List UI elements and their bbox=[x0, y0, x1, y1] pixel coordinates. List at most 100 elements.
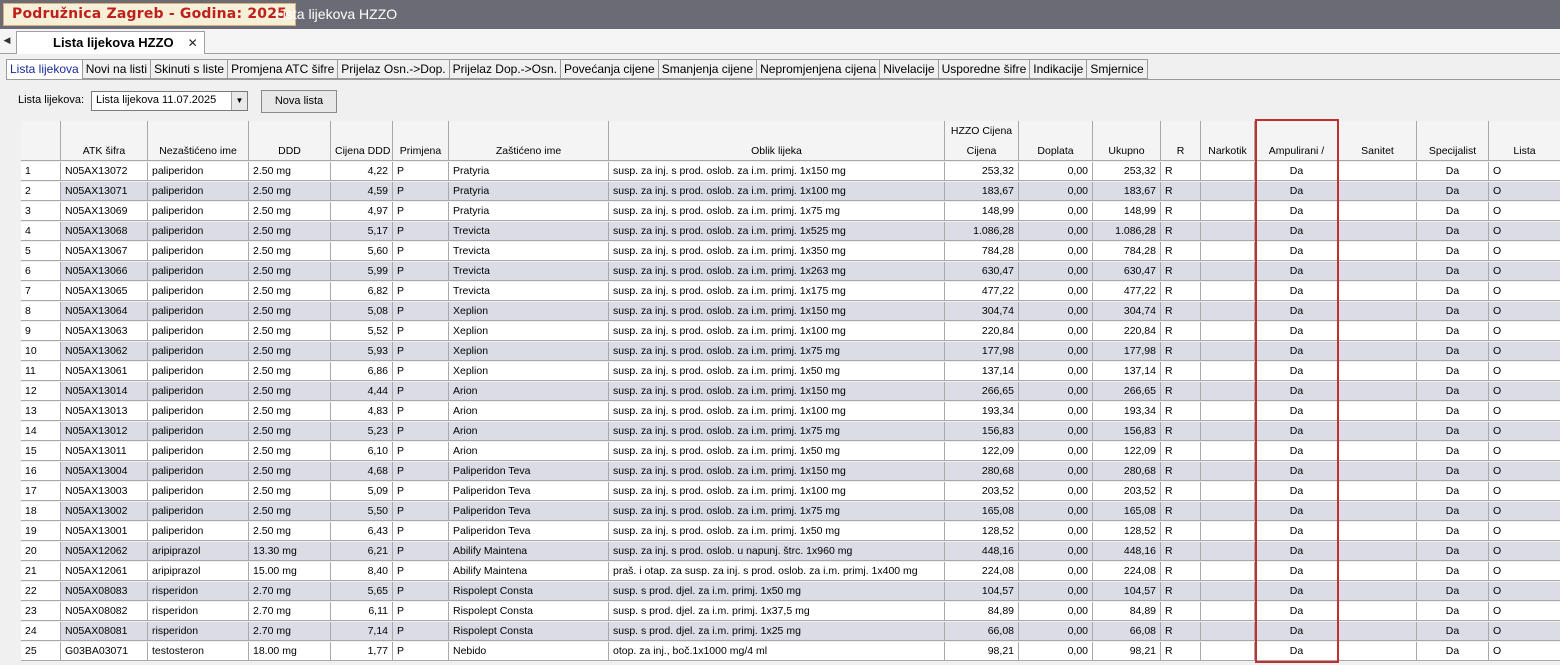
new-list-button[interactable]: Nova lista bbox=[261, 90, 337, 113]
header-copay[interactable]: Doplata bbox=[1019, 142, 1093, 161]
group-header-cell bbox=[609, 121, 945, 142]
document-tab[interactable]: Lista lijekova HZZO ✕ bbox=[16, 31, 205, 54]
header-ampulirani[interactable]: Ampulirani / bbox=[1255, 142, 1339, 161]
header-specialist[interactable]: Specijalist bbox=[1417, 142, 1489, 161]
cell-r-flag: R bbox=[1161, 462, 1201, 481]
cell-narcotic bbox=[1201, 282, 1255, 301]
table-row[interactable]: 6 N05AX13066 paliperidon 2.50 mg 5,99 P Trevic… bbox=[21, 262, 1560, 282]
scroll-left-icon[interactable]: ◀ bbox=[2, 34, 12, 46]
list-select[interactable]: Lista lijekova 11.07.2025 ▼ bbox=[91, 91, 248, 111]
cell-drug-form: otop. za inj., boč.1x1000 mg/4 ml bbox=[609, 642, 945, 661]
header-atk-code[interactable]: ATK šifra bbox=[61, 142, 148, 161]
chevron-down-icon[interactable]: ▼ bbox=[231, 92, 247, 110]
cell-generic-name: paliperidon bbox=[148, 482, 249, 501]
header-brand-name[interactable]: Zaštićeno ime bbox=[449, 142, 609, 161]
table-row[interactable]: 24 N05AX08081 risperidon 2.70 mg 7,14 P Rispol… bbox=[21, 622, 1560, 642]
table-row[interactable]: 21 N05AX12061 aripiprazol 15.00 mg 8,40 P Abil… bbox=[21, 562, 1560, 582]
table-row[interactable]: 13 N05AX13013 paliperidon 2.50 mg 4,83 P Arion… bbox=[21, 402, 1560, 422]
cell-generic-name: paliperidon bbox=[148, 402, 249, 421]
table-row[interactable]: 8 N05AX13064 paliperidon 2.50 mg 5,08 P Xeplio… bbox=[21, 302, 1560, 322]
cell-specialist: Da bbox=[1417, 482, 1489, 501]
table-row[interactable]: 25 G03BA03071 testosteron 18.00 mg 1,77 P Nebi… bbox=[21, 642, 1560, 662]
cell-brand-name: Pratyria bbox=[449, 202, 609, 221]
cell-narcotic bbox=[1201, 162, 1255, 181]
tab-novi-na-listi[interactable]: Novi na listi bbox=[82, 59, 152, 79]
table-row[interactable]: 19 N05AX13001 paliperidon 2.50 mg 6,43 P Palip… bbox=[21, 522, 1560, 542]
header-total[interactable]: Ukupno bbox=[1093, 142, 1161, 161]
header-row-number[interactable] bbox=[21, 142, 61, 161]
cell-total: 448,16 bbox=[1093, 542, 1161, 561]
cell-specialist: Da bbox=[1417, 322, 1489, 341]
cell-ddd-price: 5,50 bbox=[331, 502, 393, 521]
table-row[interactable]: 12 N05AX13014 paliperidon 2.50 mg 4,44 P Arion… bbox=[21, 382, 1560, 402]
cell-ddd-price: 6,43 bbox=[331, 522, 393, 541]
tab-smjernice[interactable]: Smjernice bbox=[1087, 59, 1148, 79]
table-row[interactable]: 15 N05AX13011 paliperidon 2.50 mg 6,10 P Arion… bbox=[21, 442, 1560, 462]
cell-ddd-price: 6,11 bbox=[331, 602, 393, 621]
table-row[interactable]: 23 N05AX08082 risperidon 2.70 mg 6,11 P Rispol… bbox=[21, 602, 1560, 622]
cell-list: O bbox=[1489, 602, 1560, 621]
cell-r-flag: R bbox=[1161, 442, 1201, 461]
table-row[interactable]: 20 N05AX12062 aripiprazol 13.30 mg 6,21 P Abil… bbox=[21, 542, 1560, 562]
table-row[interactable]: 14 N05AX13012 paliperidon 2.50 mg 5,23 P Arion… bbox=[21, 422, 1560, 442]
header-price[interactable]: Cijena bbox=[945, 142, 1019, 161]
cell-ddd: 2.50 mg bbox=[249, 242, 331, 261]
tab-nepromjenjena-cijena[interactable]: Nepromjenjena cijena bbox=[757, 59, 881, 79]
cell-specialist: Da bbox=[1417, 462, 1489, 481]
cell-generic-name: paliperidon bbox=[148, 282, 249, 301]
cell-ddd-price: 6,21 bbox=[331, 542, 393, 561]
cell-application: P bbox=[393, 562, 449, 581]
table-row[interactable]: 1 N05AX13072 paliperidon 2.50 mg 4,22 P Pratyr… bbox=[21, 162, 1560, 182]
header-list[interactable]: Lista bbox=[1489, 142, 1560, 161]
table-row[interactable]: 3 N05AX13069 paliperidon 2.50 mg 4,97 P Pratyr… bbox=[21, 202, 1560, 222]
cell-sanitet bbox=[1339, 562, 1417, 581]
header-sanitet[interactable]: Sanitet bbox=[1339, 142, 1417, 161]
cell-drug-form: susp. za inj. s prod. oslob. za i.m. pri… bbox=[609, 382, 945, 401]
tab-pove-anja-cijene[interactable]: Povećanja cijene bbox=[561, 59, 659, 79]
tab-prijelaz-osn-dop[interactable]: Prijelaz Osn.->Dop. bbox=[338, 59, 450, 79]
cell-list: O bbox=[1489, 282, 1560, 301]
cell-row-number: 18 bbox=[21, 502, 61, 521]
group-header-cell bbox=[61, 121, 148, 142]
cell-atk-code: G03BA03071 bbox=[61, 642, 148, 661]
header-application[interactable]: Primjena bbox=[393, 142, 449, 161]
table-row[interactable]: 2 N05AX13071 paliperidon 2.50 mg 4,59 P Pratyr… bbox=[21, 182, 1560, 202]
tab-skinuti-s-liste[interactable]: Skinuti s liste bbox=[151, 59, 229, 79]
table-row[interactable]: 9 N05AX13063 paliperidon 2.50 mg 5,52 P Xeplio… bbox=[21, 322, 1560, 342]
tab-usporedne-ifre[interactable]: Usporedne šifre bbox=[938, 59, 1031, 79]
header-drug-form[interactable]: Oblik lijeka bbox=[609, 142, 945, 161]
tab-prijelaz-dop-osn[interactable]: Prijelaz Dop.->Osn. bbox=[449, 59, 561, 79]
header-narcotic[interactable]: Narkotik bbox=[1201, 142, 1255, 161]
tab-indikacije[interactable]: Indikacije bbox=[1030, 59, 1088, 79]
table-row[interactable]: 4 N05AX13068 paliperidon 2.50 mg 5,17 P Trevic… bbox=[21, 222, 1560, 242]
cell-drug-form: susp. za inj. s prod. oslob. za i.m. pri… bbox=[609, 202, 945, 221]
table-row[interactable]: 10 N05AX13062 paliperidon 2.50 mg 5,93 P Xepli… bbox=[21, 342, 1560, 362]
header-ddd[interactable]: DDD bbox=[249, 142, 331, 161]
cell-specialist: Da bbox=[1417, 242, 1489, 261]
tab-lista-lijekova[interactable]: Lista lijekova bbox=[6, 59, 83, 80]
tab-smanjenja-cijene[interactable]: Smanjenja cijene bbox=[658, 59, 758, 79]
table-row[interactable]: 17 N05AX13003 paliperidon 2.50 mg 5,09 P Palip… bbox=[21, 482, 1560, 502]
tab-promjena-atc-ifre[interactable]: Promjena ATC šifre bbox=[228, 59, 339, 79]
table-row[interactable]: 5 N05AX13067 paliperidon 2.50 mg 5,60 P Trevic… bbox=[21, 242, 1560, 262]
cell-sanitet bbox=[1339, 482, 1417, 501]
cell-application: P bbox=[393, 642, 449, 661]
close-icon[interactable]: ✕ bbox=[188, 32, 198, 54]
cell-atk-code: N05AX12062 bbox=[61, 542, 148, 561]
cell-brand-name: Paliperidon Teva bbox=[449, 522, 609, 541]
table-row[interactable]: 11 N05AX13061 paliperidon 2.50 mg 6,86 P Xepli… bbox=[21, 362, 1560, 382]
cell-ddd: 2.50 mg bbox=[249, 462, 331, 481]
tab-nivelacije[interactable]: Nivelacije bbox=[880, 59, 939, 79]
cell-brand-name: Trevicta bbox=[449, 282, 609, 301]
drug-table: HZZO Cijena ATK šifra Nezaštićeno ime DDD Ci… bbox=[21, 121, 1560, 662]
header-ddd-price[interactable]: Cijena DDD bbox=[331, 142, 393, 161]
cell-ddd: 2.70 mg bbox=[249, 582, 331, 601]
cell-sanitet bbox=[1339, 502, 1417, 521]
table-row[interactable]: 16 N05AX13004 paliperidon 2.50 mg 4,68 P Palip… bbox=[21, 462, 1560, 482]
table-row[interactable]: 22 N05AX08083 risperidon 2.70 mg 5,65 P Rispol… bbox=[21, 582, 1560, 602]
table-row[interactable]: 18 N05AX13002 paliperidon 2.50 mg 5,50 P Palip… bbox=[21, 502, 1560, 522]
table-row[interactable]: 7 N05AX13065 paliperidon 2.50 mg 6,82 P Trevic… bbox=[21, 282, 1560, 302]
header-generic-name[interactable]: Nezaštićeno ime bbox=[148, 142, 249, 161]
header-r-flag[interactable]: R bbox=[1161, 142, 1201, 161]
cell-price: 66,08 bbox=[945, 622, 1019, 641]
